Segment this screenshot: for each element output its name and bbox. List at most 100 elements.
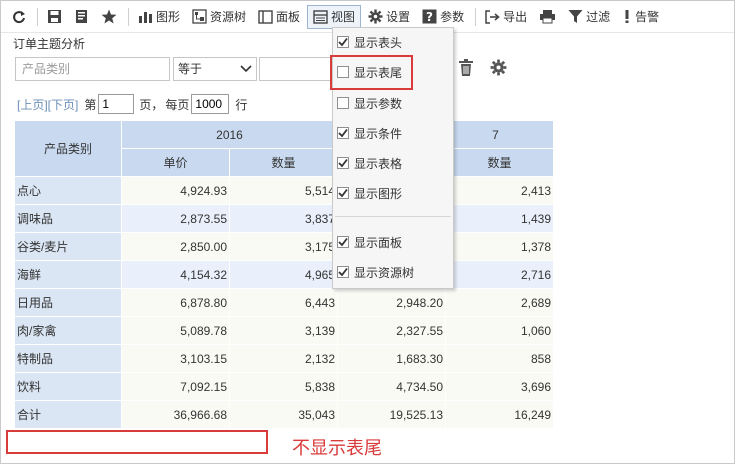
header-row-years: 产品类别 2016 7	[14, 120, 555, 177]
check-icon	[338, 237, 348, 247]
menu-item-show-conditions[interactable]: 显示条件	[333, 123, 453, 143]
filter-button-label: 过滤	[586, 10, 611, 24]
panel-button[interactable]: 面板	[253, 5, 305, 29]
gear-icon	[368, 9, 383, 24]
menu-item-label: 显示条件	[354, 126, 403, 141]
check-icon	[338, 267, 348, 277]
view-button-label: 视图	[331, 10, 356, 24]
cell-value: 5,089.78	[121, 316, 230, 345]
toolbar-separator	[128, 7, 129, 26]
settings-button-label: 设置	[386, 10, 411, 24]
export-button[interactable]: 导出	[480, 5, 532, 29]
cell-value: 4,924.93	[121, 176, 230, 205]
menu-item-label: 显示表格	[354, 156, 403, 171]
checkbox-checked[interactable]	[337, 157, 349, 169]
cell-value: 2,716	[445, 260, 555, 289]
settings-button[interactable]: 设置	[363, 5, 415, 29]
checkbox-checked[interactable]	[337, 36, 349, 48]
chart-icon	[139, 11, 152, 23]
delete-icon[interactable]	[458, 59, 474, 77]
cell-value: 1,378	[445, 232, 555, 261]
print-button[interactable]	[534, 5, 561, 29]
subject-title: 订单主题分析	[13, 37, 86, 51]
table-row: 调味品 2,873.55 3,837 1,439	[14, 204, 555, 233]
annotation-text: 不显示表尾	[292, 438, 382, 458]
resource-tree-icon	[192, 9, 207, 24]
menu-item-show-header[interactable]: 显示表头	[333, 32, 453, 52]
table-row: 谷类/麦片 2,850.00 3,175 1,378	[14, 232, 555, 261]
row-category: 合计	[14, 400, 122, 429]
refresh-button[interactable]	[7, 5, 31, 29]
save-as-icon	[76, 10, 87, 23]
checkbox-checked[interactable]	[337, 266, 349, 278]
check-icon	[338, 37, 348, 47]
header-category: 产品类别	[14, 120, 122, 177]
page-number-input[interactable]	[98, 94, 135, 114]
chart-button[interactable]: 图形	[133, 5, 185, 29]
menu-item-show-table[interactable]: 显示表格	[333, 153, 453, 173]
view-button[interactable]: 视图	[307, 4, 362, 29]
cell-value: 1,060	[445, 316, 555, 345]
menu-item-label: 显示面板	[354, 235, 403, 250]
resource-tree-button-label: 资源树	[210, 10, 247, 24]
page-prefix: 第	[84, 97, 97, 112]
table-row: 海鲜 4,154.32 4,965 2,716	[14, 260, 555, 289]
cell-value: 4,154.32	[121, 260, 230, 289]
save-as-button[interactable]	[69, 5, 94, 29]
filter-operator-select[interactable]: 等于	[173, 57, 257, 81]
export-button-label: 导出	[503, 10, 528, 24]
per-page-prefix: 每页	[165, 97, 190, 112]
cell-value: 3,103.15	[121, 344, 230, 373]
favorite-button[interactable]	[96, 5, 122, 29]
menu-item-show-params[interactable]: 显示参数	[333, 93, 453, 113]
cell-value: 2,327.55	[337, 316, 447, 345]
toolbar-separator	[37, 7, 38, 26]
row-category: 肉/家禽	[14, 316, 122, 345]
cell-value: 1,439	[445, 204, 555, 233]
filter-settings-icon[interactable]	[490, 59, 507, 76]
table-row-total: 合计 36,966.68 35,043 19,525.13 16,249	[14, 400, 555, 429]
page-suffix: 页，	[139, 97, 164, 112]
params-button-label: 参数	[440, 10, 465, 24]
empty-footer-highlight	[6, 430, 268, 454]
save-button[interactable]	[42, 5, 67, 29]
resource-tree-button[interactable]: 资源树	[187, 5, 251, 29]
panel-button-label: 面板	[276, 10, 301, 24]
star-icon	[101, 9, 117, 24]
header-quantity: 数量	[228, 148, 339, 177]
next-page-link[interactable]: [下页]	[48, 96, 79, 113]
per-page-input[interactable]	[191, 94, 230, 114]
row-category: 点心	[14, 176, 122, 205]
check-icon	[338, 188, 348, 198]
header-year-2016: 2016	[120, 120, 339, 149]
params-button[interactable]: ? 参数	[417, 5, 469, 29]
cell-value: 2,850.00	[121, 232, 230, 261]
pager: [上页] [下页] 第 页， 每页 行	[17, 94, 247, 114]
cell-value: 3,696	[445, 372, 555, 401]
cell-value: 5,514	[228, 176, 339, 205]
cell-value: 36,966.68	[121, 400, 230, 429]
table-row: 特制品 3,103.15 2,132 1,683.30 858	[14, 344, 555, 373]
filter-value-input[interactable]	[259, 57, 334, 81]
checkbox-checked[interactable]	[337, 236, 349, 248]
checkbox-checked[interactable]	[337, 127, 349, 139]
checkbox-checked[interactable]	[337, 187, 349, 199]
menu-item-show-panel[interactable]: 显示面板	[333, 232, 453, 252]
chart-button-label: 图形	[156, 10, 181, 24]
cell-value: 2,689	[445, 288, 555, 317]
cell-value: 2,873.55	[121, 204, 230, 233]
checkbox-unchecked[interactable]	[337, 97, 349, 109]
cell-value: 4,734.50	[337, 372, 447, 401]
menu-item-label: 显示资源树	[354, 265, 415, 280]
filter-field-input[interactable]	[15, 57, 170, 81]
cell-value: 6,878.80	[121, 288, 230, 317]
filter-button[interactable]: 过滤	[563, 5, 615, 29]
menu-item-show-resource-tree[interactable]: 显示资源树	[333, 262, 453, 282]
alert-button[interactable]: 告警	[617, 5, 664, 29]
cell-value: 3,175	[228, 232, 339, 261]
print-icon	[540, 10, 556, 24]
cell-value: 858	[445, 344, 555, 373]
menu-item-show-chart[interactable]: 显示图形	[333, 183, 453, 203]
per-page-suffix: 行	[235, 97, 248, 112]
prev-page-link[interactable]: [上页]	[17, 96, 48, 113]
